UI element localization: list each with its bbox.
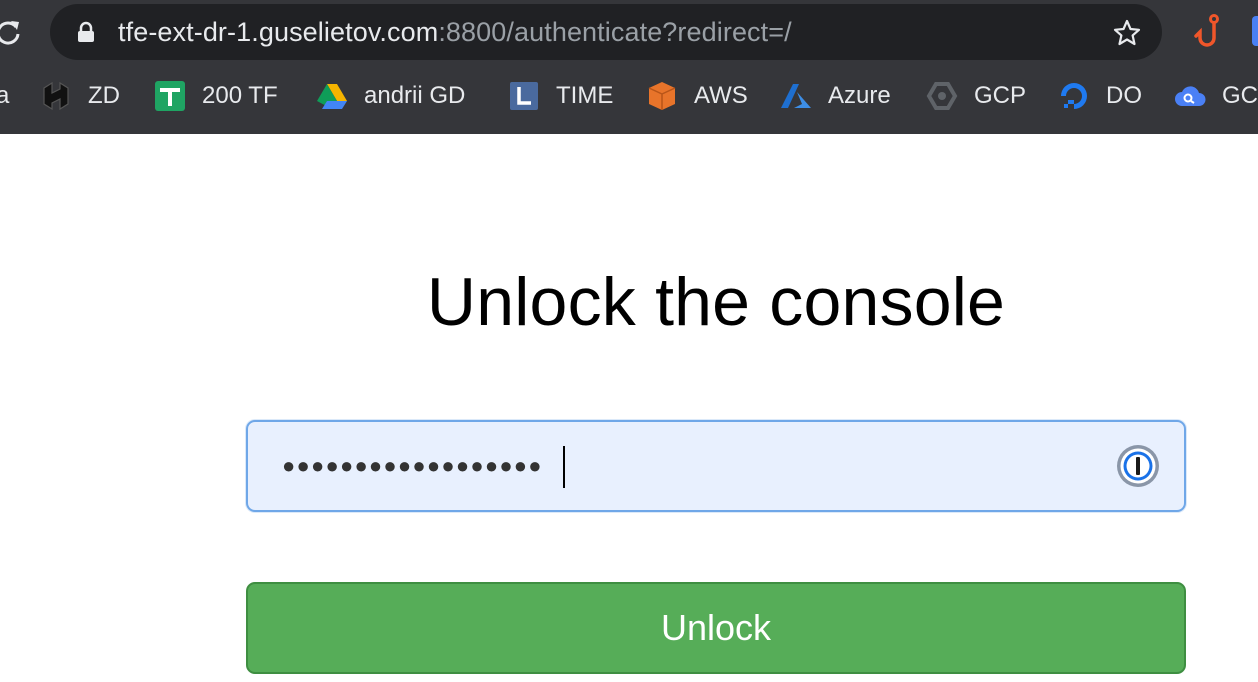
gcp-hexagon-icon <box>926 80 958 112</box>
url-host: tfe-ext-dr-1.guselietov.com <box>118 17 439 47</box>
password-mask: ●●●●●●●●●●●●●●●●●● <box>282 453 543 478</box>
aws-cube-icon <box>646 80 678 112</box>
bookmark-item[interactable]: TIME <box>508 72 613 120</box>
bookmark-item[interactable]: ZD <box>40 72 120 120</box>
hashicorp-icon <box>40 80 72 112</box>
url-text[interactable]: tfe-ext-dr-1.guselietov.com:8800/authent… <box>118 16 792 48</box>
bookmark-label: Azure <box>828 82 891 109</box>
bookmark-label: TIME <box>556 82 614 109</box>
google-drive-icon <box>316 80 348 112</box>
unlock-button[interactable]: Unlock <box>246 582 1186 674</box>
sheets-plus-icon <box>154 80 186 112</box>
lock-icon[interactable] <box>76 21 96 43</box>
bookmark-label: a <box>0 82 10 109</box>
text-caret <box>563 446 565 488</box>
reload-icon[interactable] <box>0 18 22 46</box>
extension-icon[interactable] <box>1252 16 1258 46</box>
digitalocean-icon <box>1058 80 1090 112</box>
page-title: Unlock the console <box>426 264 1006 340</box>
bookmark-label: AWS <box>694 82 748 109</box>
bookmark-label: DO <box>1106 82 1142 109</box>
bookmarks-bar: a ZD 200 TF andrii GD TIME AWS Azure GCP… <box>0 72 1258 120</box>
bookmark-label: andrii GD <box>364 82 466 109</box>
bookmark-item[interactable]: GCP <box>926 72 1026 120</box>
bookmark-item[interactable]: Azure <box>780 72 891 120</box>
bookmark-item[interactable]: DO <box>1058 72 1142 120</box>
address-bar[interactable]: tfe-ext-dr-1.guselietov.com:8800/authent… <box>50 4 1162 60</box>
cloud-search-icon <box>1174 80 1206 112</box>
bookmark-label: ZD <box>88 82 120 109</box>
password-field[interactable]: ●●●●●●●●●●●●●●●●●● <box>246 420 1186 512</box>
bookmark-item[interactable]: GC <box>1174 72 1258 120</box>
clock-icon <box>508 80 540 112</box>
url-path: :8800/authenticate?redirect=/ <box>438 17 792 47</box>
bookmark-label: GCP <box>974 82 1027 109</box>
bookmark-item[interactable]: andrii GD <box>316 72 465 120</box>
bookmark-item[interactable]: AWS <box>646 72 748 120</box>
azure-icon <box>780 80 812 112</box>
bookmark-item[interactable]: a <box>0 72 9 120</box>
bookmark-label: 200 TF <box>202 82 278 109</box>
password-manager-icon[interactable] <box>1115 443 1161 489</box>
browser-chrome: tfe-ext-dr-1.guselietov.com:8800/authent… <box>0 0 1258 134</box>
fishhook-extension-icon[interactable] <box>1192 14 1224 50</box>
bookmark-star-icon[interactable] <box>1112 18 1142 48</box>
bookmark-item[interactable]: 200 TF <box>154 72 278 120</box>
bookmark-label: GC <box>1222 82 1258 109</box>
